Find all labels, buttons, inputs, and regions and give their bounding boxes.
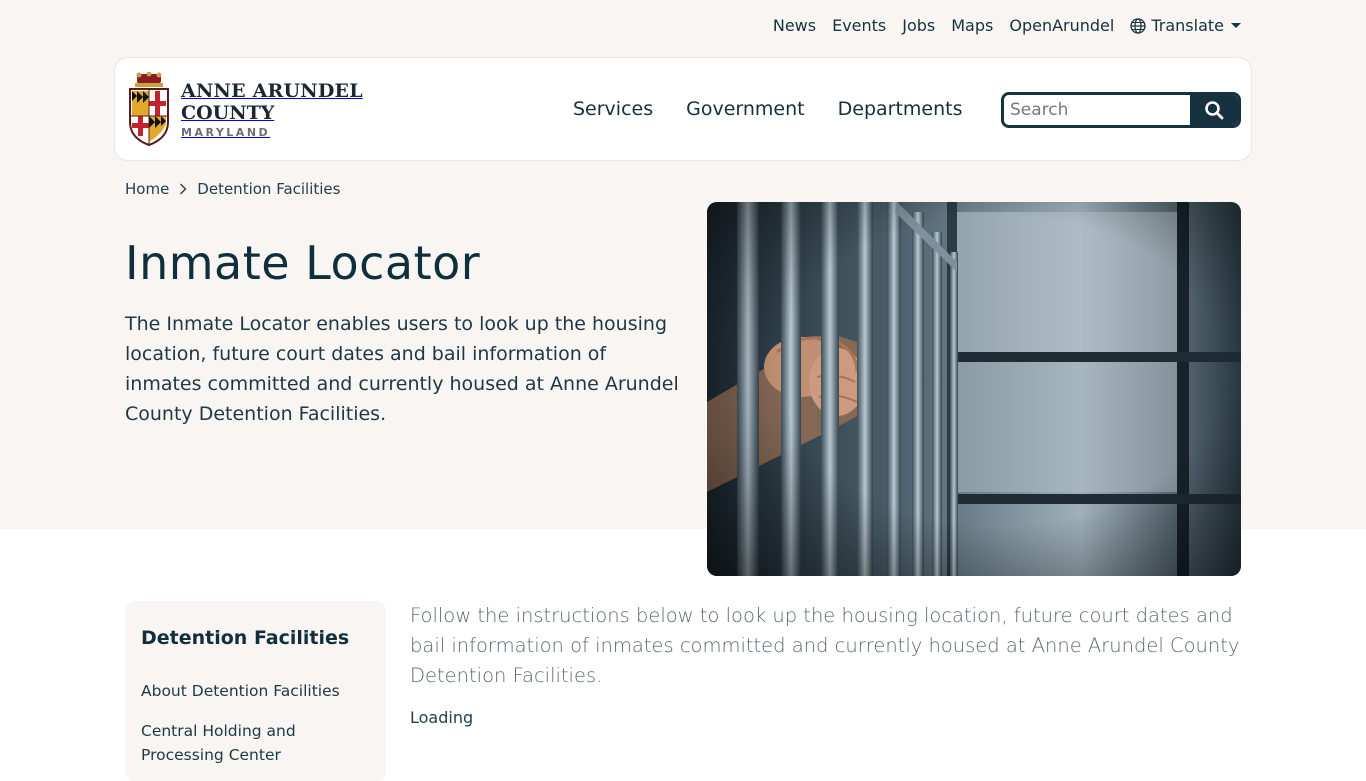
search-button[interactable] — [1190, 95, 1238, 125]
utility-link-events[interactable]: Events — [832, 16, 886, 35]
translate-label: Translate — [1151, 16, 1224, 35]
search-form — [1001, 92, 1241, 128]
logo-line-1: ANNE ARUNDEL — [181, 80, 363, 102]
page-intro: The Inmate Locator enables users to look… — [125, 313, 679, 425]
main-nav: Services Government Departments — [573, 98, 963, 120]
nav-departments[interactable]: Departments — [838, 98, 963, 120]
translate-dropdown[interactable]: Translate — [1130, 16, 1241, 35]
sidebar: Detention Facilities About Detention Fac… — [125, 601, 386, 781]
sidebar-link-about-detention-facilities[interactable]: About Detention Facilities — [141, 679, 366, 703]
logo-line-2: COUNTY — [181, 102, 275, 124]
site-header: ANNE ARUNDEL COUNTY MARYLAND Services Go… — [114, 57, 1252, 161]
utility-nav: News Events Jobs Maps OpenArundel Transl… — [773, 16, 1241, 35]
loading-status: Loading — [410, 708, 474, 727]
instructions-text: Follow the instructions below to look up… — [410, 604, 1240, 687]
sidebar-title: Detention Facilities — [141, 627, 350, 649]
utility-link-news[interactable]: News — [773, 16, 816, 35]
search-icon — [1205, 101, 1224, 120]
caret-down-icon — [1231, 23, 1241, 28]
utility-link-maps[interactable]: Maps — [951, 16, 993, 35]
breadcrumb-home[interactable]: Home — [125, 180, 169, 198]
nav-government[interactable]: Government — [686, 98, 805, 120]
search-input[interactable] — [1004, 95, 1190, 125]
logo-text: ANNE ARUNDEL COUNTY MARYLAND — [181, 80, 363, 139]
globe-icon — [1130, 17, 1146, 34]
page-title: Inmate Locator — [125, 236, 481, 290]
utility-link-jobs[interactable]: Jobs — [902, 16, 935, 35]
logo-line-3: MARYLAND — [181, 126, 271, 139]
county-seal-icon — [129, 72, 169, 147]
utility-link-openarundel[interactable]: OpenArundel — [1009, 16, 1114, 35]
sidebar-link-central-holding[interactable]: Central Holding and Processing Center — [141, 719, 366, 767]
chevron-right-icon — [180, 183, 187, 195]
breadcrumb: Home Detention Facilities — [125, 180, 340, 198]
nav-services[interactable]: Services — [573, 98, 653, 120]
county-logo[interactable]: ANNE ARUNDEL COUNTY MARYLAND — [127, 72, 363, 148]
hero-image — [707, 202, 1241, 576]
breadcrumb-detention-facilities[interactable]: Detention Facilities — [197, 180, 340, 198]
